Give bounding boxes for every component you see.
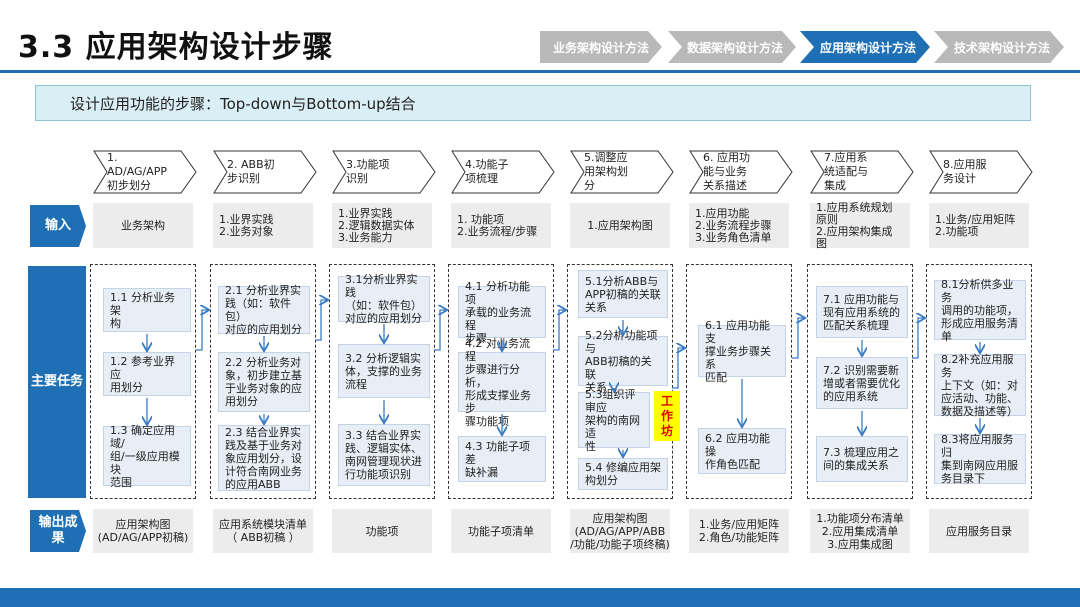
step-label: 3.功能项 识别 — [346, 158, 390, 185]
column-link-arrow — [196, 310, 208, 351]
column-link-arrow — [553, 310, 565, 351]
column-link-arrow — [315, 300, 327, 341]
column-link-arrow — [912, 318, 924, 359]
step-label: 1. AD/AG/APP 初步划分 — [107, 151, 168, 192]
step-label: 4.功能子 项梳理 — [465, 158, 509, 185]
step-label: 7.应用系 统适配与 集成 — [824, 151, 868, 192]
flow-arrows — [0, 0, 1080, 607]
column-link-arrow — [792, 318, 804, 359]
step-label: 6. 应用功 能与业务 关系描述 — [703, 151, 750, 192]
step-label: 5.调整应 用架构划 分 — [584, 151, 628, 192]
step-label: 8.应用服 务设计 — [943, 158, 987, 185]
step-label: 2. ABB初 步识别 — [227, 158, 275, 185]
column-link-arrow — [672, 348, 684, 389]
column-link-arrow — [434, 310, 446, 351]
